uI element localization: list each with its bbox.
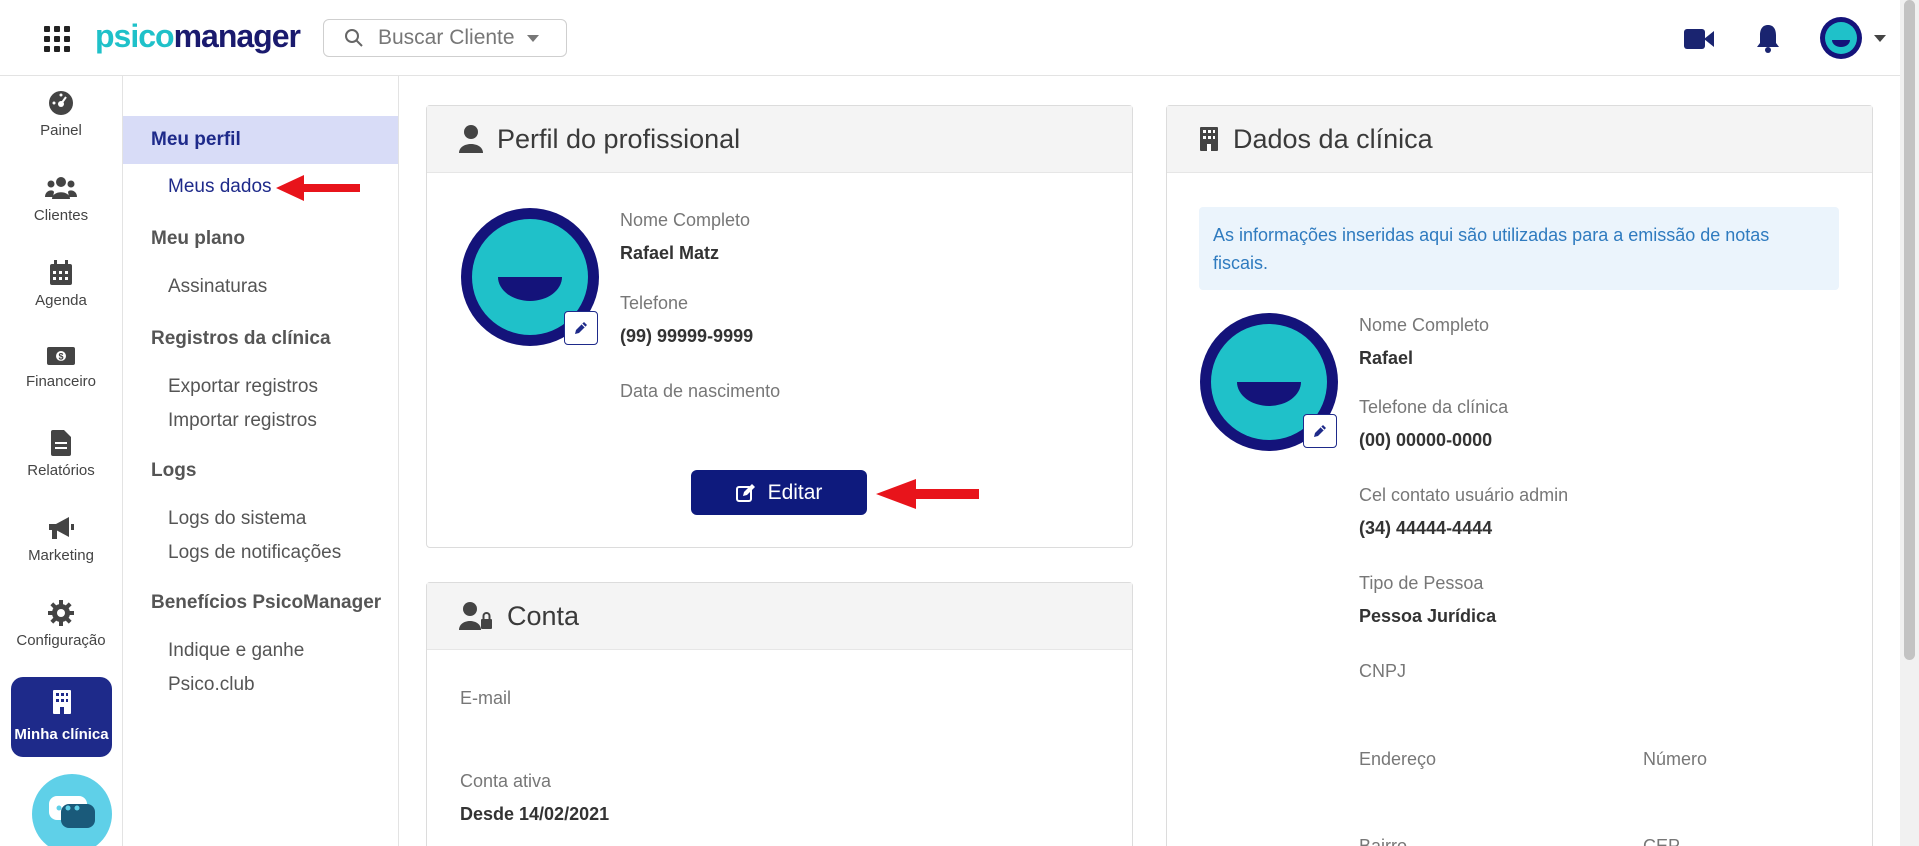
submenu-importar[interactable]: Importar registros [168, 410, 317, 432]
building-icon [1200, 127, 1218, 151]
field-label: Telefone [620, 293, 689, 313]
chat-button[interactable] [32, 774, 112, 846]
submenu-logs-sistema[interactable]: Logs do sistema [168, 508, 306, 530]
submenu-registros: Registros da clínica [151, 328, 331, 349]
field-label: Nome Completo [1359, 315, 1490, 335]
users-icon [45, 177, 77, 199]
field-label: Data de nascimento [620, 381, 781, 401]
field-label: Tipo de Pessoa [1359, 573, 1484, 593]
nav-label: Marketing [28, 547, 94, 564]
info-notice: As informações inseridas aqui são utiliz… [1199, 207, 1839, 290]
field-label: Número [1643, 749, 1708, 769]
field-value: Rafael [1359, 348, 1414, 368]
submenu-assinaturas[interactable]: Assinaturas [168, 276, 267, 298]
client-search[interactable]: Buscar Cliente [323, 19, 567, 57]
chat-icon [49, 796, 95, 828]
bell-icon[interactable] [1756, 23, 1780, 53]
submenu-meus-dados[interactable]: Meus dados [168, 176, 272, 198]
field-label: CNPJ [1359, 661, 1407, 681]
nav-label: Minha clínica [14, 726, 109, 743]
nav-configuracao[interactable]: Configuração [0, 600, 122, 680]
nav-label: Financeiro [25, 373, 97, 390]
nav-clientes[interactable]: Clientes [0, 175, 122, 255]
user-avatar[interactable] [1820, 17, 1862, 59]
gear-icon [48, 600, 74, 626]
edit-clinic-photo-button[interactable] [1303, 414, 1337, 448]
nav-relatorios[interactable]: Relatórios [0, 430, 122, 510]
video-camera-icon[interactable] [1684, 29, 1714, 49]
submenu-meu-perfil[interactable]: Meu perfil [123, 116, 398, 164]
field-label: CEP [1643, 836, 1681, 846]
field-value: Rafael Matz [620, 243, 720, 263]
top-bar: psicomanager Buscar Cliente [0, 0, 1900, 76]
edit-profile-button[interactable]: Editar [691, 470, 867, 515]
submenu-exportar[interactable]: Exportar registros [168, 376, 318, 398]
field-label: Cel contato usuário admin [1359, 485, 1569, 505]
field-label: Nome Completo [620, 210, 751, 230]
nav-label: Painel [40, 122, 82, 139]
apps-grid-icon[interactable] [44, 26, 70, 52]
main-nav: Painel Clientes Agenda $ Financeiro Rela… [0, 76, 123, 846]
megaphone-icon [49, 517, 74, 539]
submenu-beneficios: Benefícios PsicoManager [151, 592, 382, 613]
field-label: Telefone da clínica [1359, 397, 1509, 417]
submenu-psicoclub[interactable]: Psico.club [168, 674, 255, 696]
edit-button-label: Editar [767, 480, 823, 504]
field-label: E-mail [460, 688, 512, 708]
scrollbar-thumb[interactable] [1904, 0, 1915, 660]
submenu-indique[interactable]: Indique e ganhe [168, 640, 304, 662]
red-arrow-annotation [276, 175, 360, 201]
file-icon [51, 430, 71, 456]
search-placeholder: Buscar Cliente [378, 26, 515, 49]
submenu-logs: Logs [151, 460, 197, 481]
field-value: (99) 99999-9999 [620, 326, 754, 346]
submenu-meu-plano: Meu plano [151, 228, 245, 249]
pencil-icon [1314, 425, 1326, 437]
field-value: Desde 14/02/2021 [460, 804, 610, 824]
submenu-logs-notificacoes[interactable]: Logs de notificações [168, 542, 341, 564]
page-scrollbar[interactable] [1900, 0, 1919, 846]
field-value: (00) 00000-0000 [1359, 430, 1493, 450]
edit-photo-button[interactable] [564, 311, 598, 345]
chevron-down-icon[interactable] [1874, 35, 1886, 42]
field-label: Bairro [1359, 836, 1408, 846]
calendar-icon [50, 260, 72, 285]
logo[interactable]: psicomanager [95, 18, 301, 55]
nav-label: Clientes [33, 207, 89, 224]
nav-label: Relatórios [27, 462, 95, 479]
nav-minha-clinica[interactable]: Minha clínica [11, 677, 112, 757]
field-label: Endereço [1359, 749, 1437, 769]
field-value: Pessoa Jurídica [1359, 606, 1497, 626]
search-icon [345, 29, 363, 47]
field-label: Conta ativa [460, 771, 552, 791]
dashboard-icon [49, 91, 73, 115]
building-icon [52, 690, 71, 714]
card-title: Perfil do profissional [497, 123, 741, 154]
nav-marketing[interactable]: Marketing [0, 515, 122, 595]
field-value: (34) 44444-4444 [1359, 518, 1493, 538]
red-arrow-annotation [876, 479, 979, 509]
user-icon [459, 125, 483, 153]
card-title: Dados da clínica [1233, 123, 1433, 154]
nav-label: Agenda [35, 292, 87, 309]
nav-financeiro[interactable]: $ Financeiro [0, 345, 122, 425]
svg-text:$: $ [58, 352, 63, 362]
money-icon: $ [47, 347, 75, 365]
nav-label: Configuração [16, 632, 106, 649]
user-lock-icon [459, 602, 492, 630]
edit-icon [735, 483, 755, 502]
chevron-down-icon [526, 34, 539, 42]
card-title: Conta [507, 600, 580, 631]
nav-painel[interactable]: Painel [0, 90, 122, 170]
nav-agenda[interactable]: Agenda [0, 260, 122, 340]
pencil-icon [575, 322, 587, 334]
